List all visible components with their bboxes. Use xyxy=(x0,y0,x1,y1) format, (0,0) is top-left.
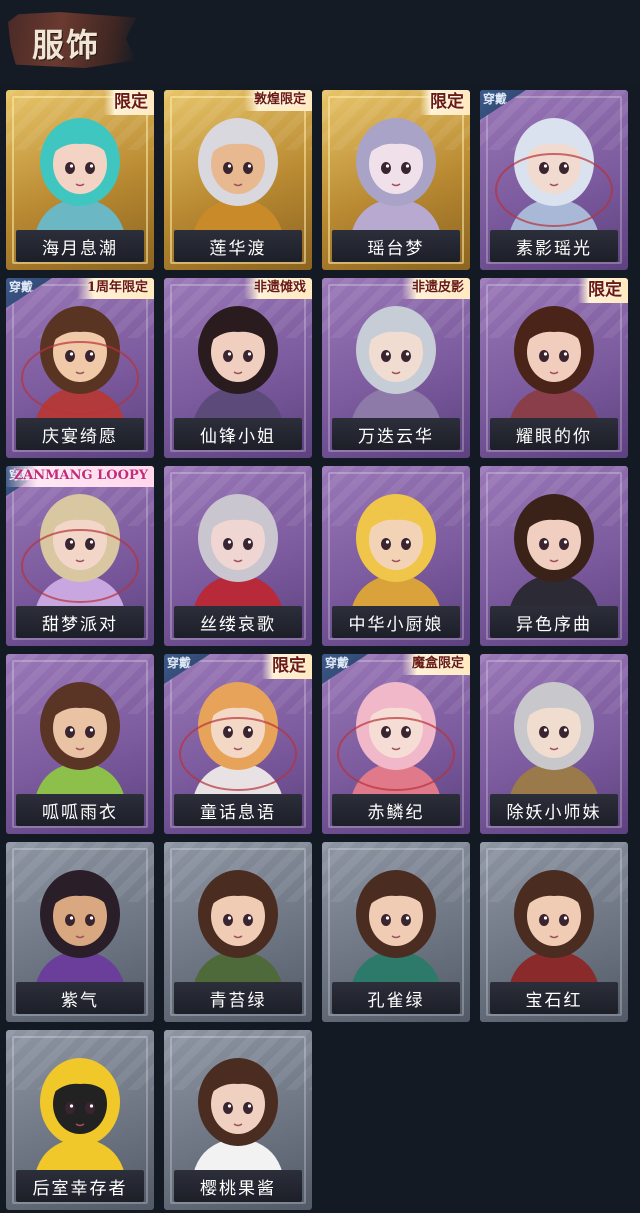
card-label-bar: 万迭云华 xyxy=(332,418,460,450)
limited-badge: 敦煌限定 xyxy=(243,90,312,111)
card-label-bar: 呱呱雨衣 xyxy=(16,794,144,826)
card-label-bar: 青苔绿 xyxy=(174,982,302,1014)
costume-card[interactable]: 后室幸存者 xyxy=(6,1030,154,1210)
card-label-bar: 瑶台梦 xyxy=(332,230,460,262)
card-label-bar: 甜梦派对 xyxy=(16,606,144,638)
overture-portrait-icon xyxy=(508,494,600,616)
card-label-bar: 宝石红 xyxy=(490,982,618,1014)
exorcist-portrait-icon xyxy=(508,682,600,804)
lament-portrait-icon xyxy=(192,494,284,616)
costume-card[interactable]: 穿戴 魔盒限定赤鳞纪 xyxy=(322,654,470,834)
costume-card[interactable]: 紫气 xyxy=(6,842,154,1022)
card-label-bar: 紫气 xyxy=(16,982,144,1014)
card-label-bar: 后室幸存者 xyxy=(16,1170,144,1202)
costume-name: 童话息语 xyxy=(200,802,276,823)
card-label-bar: 仙锋小姐 xyxy=(174,418,302,450)
card-label-bar: 孔雀绿 xyxy=(332,982,460,1014)
limited-badge: 非遗皮影 xyxy=(401,278,470,299)
pale-light-portrait-icon xyxy=(495,118,613,240)
costume-name: 呱呱雨衣 xyxy=(42,802,118,823)
costume-card[interactable]: 青苔绿 xyxy=(164,842,312,1022)
card-label-bar: 海月息潮 xyxy=(16,230,144,262)
costume-card[interactable]: 除妖小师妹 xyxy=(480,654,628,834)
costume-name: 除妖小师妹 xyxy=(506,802,602,823)
costume-card[interactable]: 中华小厨娘 xyxy=(322,466,470,646)
card-label-bar: 庆宴绮愿 xyxy=(16,418,144,450)
card-label-bar: 丝缕哀歌 xyxy=(174,606,302,638)
card-label-bar: 异色序曲 xyxy=(490,606,618,638)
costume-card[interactable]: 异色序曲 xyxy=(480,466,628,646)
costume-name: 孔雀绿 xyxy=(367,990,425,1011)
card-label-bar: 樱桃果酱 xyxy=(174,1170,302,1202)
red-scale-portrait-icon xyxy=(337,682,455,804)
costume-name: 耀眼的你 xyxy=(516,426,592,447)
costume-card[interactable]: 孔雀绿 xyxy=(322,842,470,1022)
costume-grid: 限定 海月息潮 敦煌限定 莲华渡 限定 瑶台梦 穿戴 素影瑶光 穿戴 1周年限定 庆宴绮愿 非遗傩戏仙… xyxy=(0,0,640,1213)
costume-card[interactable]: 穿戴 1周年限定庆宴绮愿 xyxy=(6,278,154,458)
card-label-bar: 中华小厨娘 xyxy=(332,606,460,638)
lotus-youth-portrait-icon xyxy=(192,118,284,240)
card-label-bar: 素影瑶光 xyxy=(490,230,618,262)
anniversary-feast-portrait-icon xyxy=(21,306,139,428)
card-label-bar: 赤鳞纪 xyxy=(332,794,460,826)
costume-name: 庆宴绮愿 xyxy=(42,426,118,447)
limited-badge: 非遗傩戏 xyxy=(243,278,312,299)
limited-badge: 限定 xyxy=(262,654,312,679)
limited-badge: 1周年限定 xyxy=(76,278,154,299)
worn-badge-label: 穿戴 xyxy=(483,92,508,106)
costume-name: 紫气 xyxy=(61,990,99,1011)
card-label-bar: 耀眼的你 xyxy=(490,418,618,450)
costume-card[interactable]: 限定海月息潮 xyxy=(6,90,154,270)
costume-card[interactable]: 丝缕哀歌 xyxy=(164,466,312,646)
costume-name: 素影瑶光 xyxy=(516,238,592,259)
worn-badge-label: 穿戴 xyxy=(167,656,192,670)
costume-name: 樱桃果酱 xyxy=(200,1178,276,1199)
loopy-party-portrait-icon xyxy=(21,494,139,616)
costume-name: 仙锋小姐 xyxy=(200,426,276,447)
nuo-opera-portrait-icon xyxy=(192,306,284,428)
card-label-bar: 童话息语 xyxy=(174,794,302,826)
costume-card[interactable]: 呱呱雨衣 xyxy=(6,654,154,834)
costume-card[interactable]: 限定瑶台梦 xyxy=(322,90,470,270)
limited-badge: 限定 xyxy=(420,90,470,115)
costume-name: 莲华渡 xyxy=(209,238,267,259)
peacock-green-portrait-icon xyxy=(350,870,442,992)
costume-name: 异色序曲 xyxy=(516,614,592,635)
costume-name: 中华小厨娘 xyxy=(348,614,444,635)
little-chef-portrait-icon xyxy=(350,494,442,616)
costume-card[interactable]: 非遗傩戏仙锋小姐 xyxy=(164,278,312,458)
ruby-red-portrait-icon xyxy=(508,870,600,992)
costume-name: 甜梦派对 xyxy=(42,614,118,635)
limited-badge: 限定 xyxy=(578,278,628,303)
costume-name: 赤鳞纪 xyxy=(367,802,425,823)
card-label-bar: 除妖小师妹 xyxy=(490,794,618,826)
costume-card[interactable]: 限定耀眼的你 xyxy=(480,278,628,458)
moss-green-portrait-icon xyxy=(192,870,284,992)
shadow-puppet-portrait-icon xyxy=(350,306,442,428)
limited-badge: 魔盒限定 xyxy=(401,654,470,675)
costume-card[interactable]: 非遗皮影万迭云华 xyxy=(322,278,470,458)
costume-card[interactable]: 穿戴 限定童话息语 xyxy=(164,654,312,834)
cherry-jam-portrait-icon xyxy=(192,1058,284,1180)
costume-name: 瑶台梦 xyxy=(367,238,425,259)
costume-name: 青苔绿 xyxy=(209,990,267,1011)
worn-badge-label: 穿戴 xyxy=(325,656,350,670)
costume-name: 万迭云华 xyxy=(358,426,434,447)
card-label-bar: 莲华渡 xyxy=(174,230,302,262)
costume-card[interactable]: 穿戴ZANMANG LOOPY甜梦派对 xyxy=(6,466,154,646)
limited-badge: 限定 xyxy=(104,90,154,115)
costume-name: 宝石红 xyxy=(525,990,583,1011)
costume-name: 海月息潮 xyxy=(42,238,118,259)
limited-badge: ZANMANG LOOPY xyxy=(6,466,154,487)
costume-card[interactable]: 宝石红 xyxy=(480,842,628,1022)
costume-name: 后室幸存者 xyxy=(32,1178,128,1199)
costume-card[interactable]: 穿戴素影瑶光 xyxy=(480,90,628,270)
costume-card[interactable]: 敦煌限定莲华渡 xyxy=(164,90,312,270)
backrooms-survivor-portrait-icon xyxy=(34,1058,126,1180)
purple-aura-portrait-icon xyxy=(34,870,126,992)
frog-raincoat-portrait-icon xyxy=(34,682,126,804)
costume-card[interactable]: 樱桃果酱 xyxy=(164,1030,312,1210)
costume-name: 丝缕哀歌 xyxy=(200,614,276,635)
worn-badge-label: 穿戴 xyxy=(9,280,34,294)
